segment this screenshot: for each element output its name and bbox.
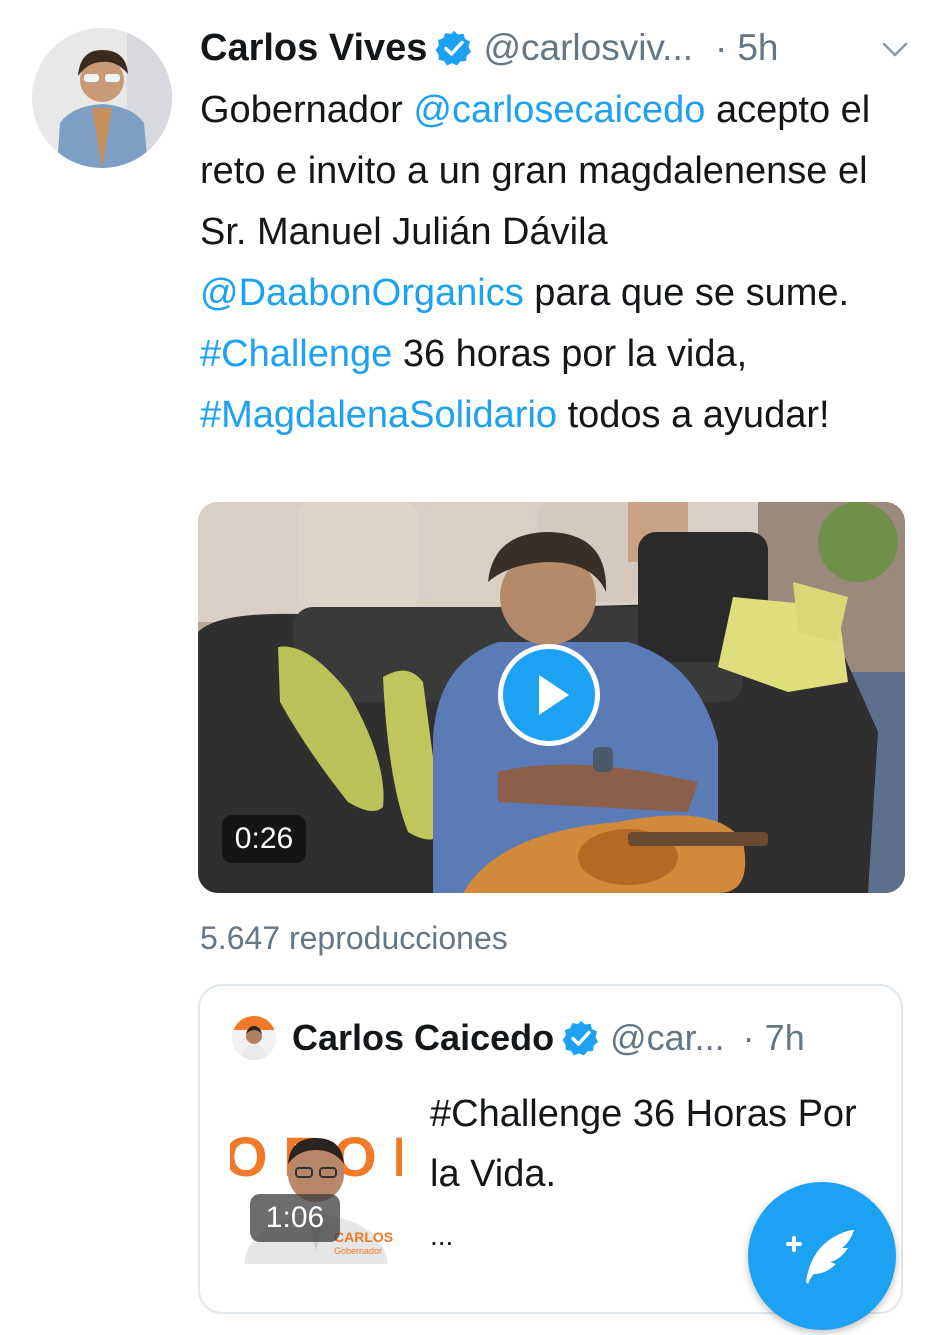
chevron-down-icon[interactable] — [880, 34, 910, 64]
thumb-caption-text: CARLOS — [334, 1229, 393, 1245]
mention-link[interactable]: @carlosecaicedo — [413, 89, 705, 131]
mention-link[interactable]: @DaabonOrganics — [200, 272, 524, 314]
quoted-author-avatar[interactable] — [232, 1016, 276, 1060]
quoted-author-name[interactable]: Carlos Caicedo — [292, 1017, 554, 1059]
author-handle[interactable]: @carlosviv... — [483, 27, 693, 69]
tweet-time[interactable]: 5h — [737, 27, 778, 69]
compose-tweet-button[interactable] — [748, 1182, 896, 1330]
author-avatar[interactable] — [32, 28, 172, 168]
text-segment: 36 horas por la vida, — [392, 333, 748, 375]
separator-dot: · — [742, 1017, 755, 1058]
quoted-tweet-header: Carlos Caicedo @car... · 7h — [292, 1012, 892, 1064]
verified-badge-icon — [562, 1019, 600, 1057]
text-segment: todos a ayudar! — [557, 394, 830, 436]
thumb-caption-sub: Gobernador — [334, 1246, 382, 1256]
tweet-text: Gobernador @carlosecaicedo acepto el ret… — [200, 80, 910, 446]
quoted-video-duration: 1:06 — [250, 1194, 340, 1242]
quoted-text-ellipsis: ... — [430, 1220, 454, 1251]
quoted-tweet-time[interactable]: 7h — [765, 1017, 805, 1059]
hashtag-link[interactable]: #Challenge — [200, 333, 392, 375]
view-count: 5.647 reproducciones — [200, 920, 508, 956]
quoted-author-handle[interactable]: @car... — [610, 1017, 725, 1059]
verified-badge-icon — [435, 29, 473, 67]
play-icon — [539, 675, 569, 715]
avatar-image — [32, 28, 172, 168]
video-duration: 0:26 — [222, 815, 306, 863]
play-button[interactable] — [498, 644, 600, 746]
tweet-header: Carlos Vives @carlosviv... · 5h — [200, 22, 910, 74]
text-segment: Gobernador — [200, 89, 414, 131]
quoted-avatar-image — [232, 1016, 276, 1060]
compose-feather-icon — [786, 1230, 854, 1284]
separator-dot: · — [715, 27, 728, 68]
text-segment: para que se sume. — [523, 272, 850, 314]
hashtag-link[interactable]: #MagdalenaSolidario — [200, 394, 557, 436]
author-name[interactable]: Carlos Vives — [200, 27, 427, 70]
